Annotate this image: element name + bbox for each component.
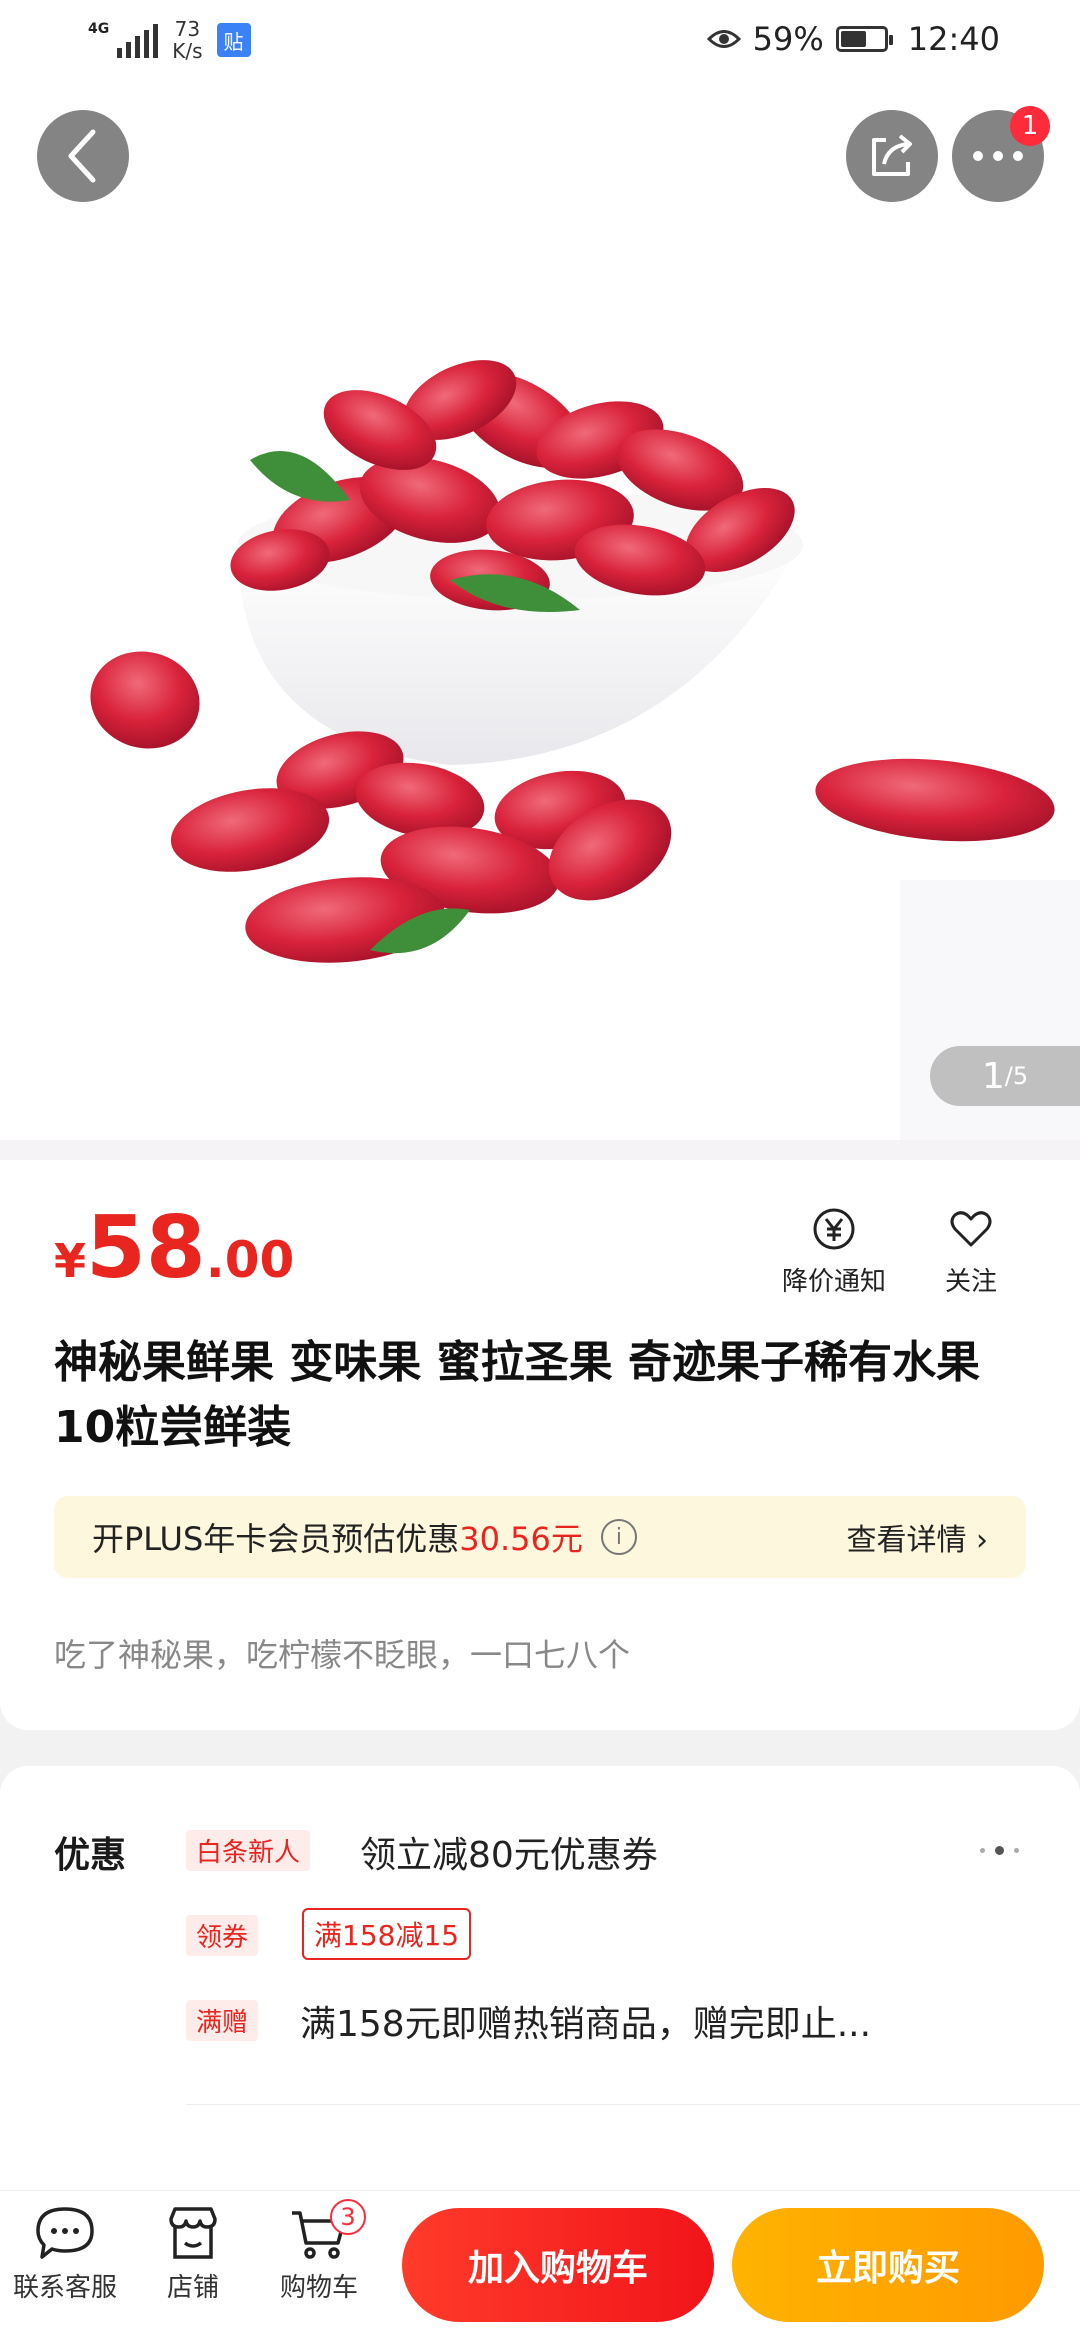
heart-icon	[950, 1211, 992, 1247]
chevron-left-icon	[68, 129, 96, 183]
follow-button[interactable]: 关注	[945, 1205, 997, 1298]
product-subtitle: 吃了神秘果，吃柠檬不眨眼，一口七八个	[54, 1636, 631, 1674]
promo-baitiao-text[interactable]: 领立减80元优惠券	[360, 1826, 658, 1878]
plus-text: 开PLUS年卡会员预估优惠	[92, 1520, 460, 1558]
clock: 12:40	[907, 20, 1000, 58]
more-dots-icon	[973, 151, 1023, 161]
price-integer: 58	[86, 1198, 206, 1298]
yen-bell-icon	[813, 1208, 855, 1250]
network-speed: 73 K/s	[172, 17, 203, 63]
notification-badge: 1	[1010, 106, 1050, 146]
share-button[interactable]	[846, 110, 938, 202]
plus-amount: 30.56元	[459, 1520, 583, 1558]
info-icon[interactable]: i	[600, 1519, 637, 1555]
eye-icon	[706, 30, 741, 48]
promo-gift-text[interactable]: 满158元即赠热销商品，赠完即止...	[300, 1995, 871, 2047]
app-notification-icon: 贴	[216, 23, 251, 57]
chat-bubble-icon	[36, 2207, 94, 2259]
network-type: 4G	[88, 21, 110, 37]
divider	[186, 2104, 1080, 2105]
promotions-heading: 优惠	[54, 1835, 127, 1876]
image-counter: 1/5	[930, 1046, 1080, 1106]
add-to-cart-button[interactable]: 加入购物车	[402, 2208, 714, 2322]
price: ¥ 58 .00	[54, 1205, 294, 1291]
store-icon	[169, 2207, 217, 2259]
promo-tag-gift: 满赠	[186, 2000, 259, 2041]
cart-count-badge: 3	[330, 2199, 366, 2235]
image-counter-current: 1	[981, 1055, 1005, 1097]
price-currency: ¥	[54, 1234, 87, 1288]
signal-icon: 4G	[88, 21, 159, 58]
share-icon	[872, 134, 912, 176]
shop-label: 店铺	[166, 2273, 219, 2303]
price-decimal: .00	[205, 1231, 295, 1289]
buy-now-button[interactable]: 立即购买	[732, 2208, 1044, 2322]
status-bar: 4G 73 K/s 贴 59% 12:40	[0, 0, 1080, 80]
promo-tag-coupon: 领券	[186, 1915, 259, 1956]
battery-percent: 59%	[752, 20, 824, 58]
back-button[interactable]	[37, 110, 129, 202]
shop-button[interactable]: 店铺	[138, 2205, 248, 2304]
promo-tag-baitiao: 白条新人	[186, 1830, 311, 1871]
plus-member-banner[interactable]: 开PLUS年卡会员预估优惠 30.56元 i 查看详情 ›	[54, 1496, 1026, 1578]
image-counter-total: /5	[1004, 1062, 1029, 1090]
price-alert-button[interactable]: 降价通知	[782, 1205, 886, 1298]
price-alert-label: 降价通知	[782, 1267, 887, 1297]
follow-label: 关注	[945, 1267, 998, 1297]
coupon-chip[interactable]: 满158减15	[302, 1908, 472, 1960]
plus-detail-link[interactable]: 查看详情 ›	[846, 1515, 988, 1559]
battery-icon	[835, 26, 893, 52]
cart-button[interactable]: 3 购物车	[264, 2199, 374, 2304]
customer-service-button[interactable]: 联系客服	[10, 2205, 120, 2304]
pagination-dots	[980, 1846, 1019, 1855]
product-gallery[interactable]: 1 1/5	[0, 0, 1080, 1160]
more-button[interactable]: 1	[952, 106, 1050, 202]
customer-service-label: 联系客服	[12, 2273, 117, 2303]
product-title: 神秘果鲜果 变味果 蜜拉圣果 奇迹果子稀有水果 10粒尝鲜装	[54, 1337, 980, 1453]
cart-label: 购物车	[279, 2273, 358, 2303]
